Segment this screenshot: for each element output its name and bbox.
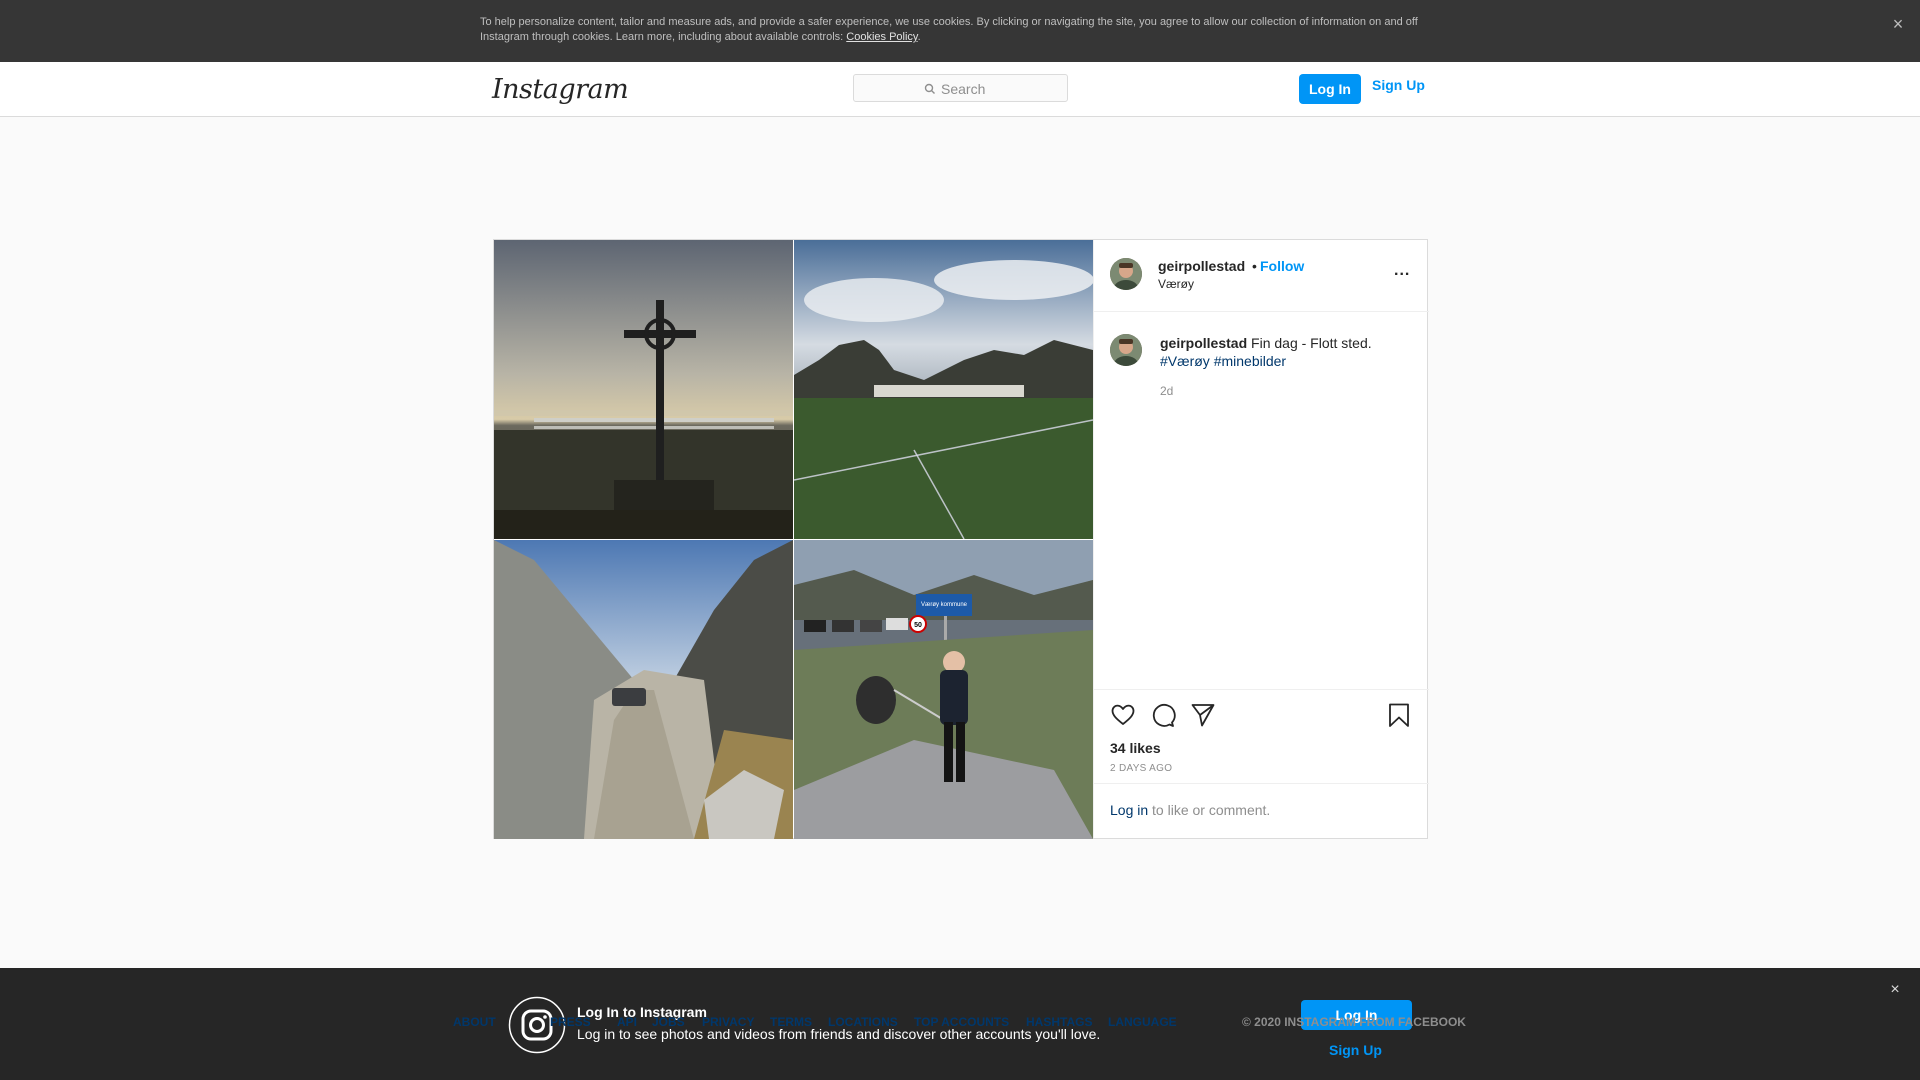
cookie-banner: To help personalize content, tailor and …: [0, 0, 1920, 62]
footer-link-top-accounts[interactable]: TOP ACCOUNTS: [914, 1015, 1009, 1029]
footer-link-hashtags[interactable]: HASHTAGS: [1026, 1015, 1092, 1029]
caption-text: Fin dag - Flott sted.: [1251, 335, 1372, 351]
photo-road-rocks: [494, 540, 793, 839]
login-banner-title: Log In to Instagram: [577, 1004, 707, 1020]
more-options-icon[interactable]: ...: [1394, 262, 1410, 280]
comment-prompt-suffix: to like or comment.: [1148, 802, 1271, 818]
photo-cross-sunset: [494, 240, 793, 539]
login-button[interactable]: Log In: [1299, 74, 1361, 104]
top-nav: Instagram Search Log In Sign Up: [0, 62, 1920, 117]
instagram-logo[interactable]: Instagram: [492, 74, 629, 105]
footer-link-press[interactable]: PRESS: [550, 1015, 591, 1029]
caption-username[interactable]: geirpollestad: [1160, 335, 1247, 351]
comment-prompt: Log in to like or comment.: [1094, 783, 1429, 839]
post-sidebar: geirpollestad • Follow Værøy ... geirpol…: [1093, 240, 1429, 839]
search-placeholder: Search: [924, 81, 985, 97]
avatar[interactable]: [1110, 258, 1142, 290]
caption-avatar[interactable]: [1110, 334, 1142, 366]
post-timestamp: 2 DAYS AGO: [1110, 763, 1173, 774]
follow-button[interactable]: Follow: [1260, 258, 1304, 274]
footer-link-about[interactable]: ABOUT: [453, 1015, 496, 1029]
search-icon: [924, 83, 935, 94]
hashtag-vaeroy[interactable]: #Værøy: [1160, 353, 1210, 369]
search-label: Search: [941, 81, 986, 97]
login-to-comment-link[interactable]: Log in: [1110, 802, 1148, 818]
footer-link-jobs[interactable]: JOBS: [652, 1015, 685, 1029]
post-caption: geirpollestad Fin dag - Flott sted. #Vær…: [1160, 334, 1410, 370]
photo-field-mountains: [794, 240, 1093, 539]
search-input[interactable]: Search: [853, 74, 1068, 102]
bookmark-icon[interactable]: [1386, 702, 1412, 728]
cookies-policy-link[interactable]: Cookies Policy: [846, 31, 917, 43]
sign-label: Værøy kommune: [921, 602, 968, 608]
follow-separator: •: [1252, 258, 1257, 274]
post-header: geirpollestad • Follow Værøy ...: [1094, 240, 1429, 312]
footer-copyright: © 2020 INSTAGRAM FROM FACEBOOK: [1242, 1015, 1466, 1029]
heart-icon[interactable]: [1110, 702, 1136, 728]
comment-prompt-text: Log in to like or comment.: [1110, 802, 1270, 818]
post-username[interactable]: geirpollestad: [1158, 258, 1245, 274]
banner-signup-link[interactable]: Sign Up: [1329, 1042, 1382, 1058]
footer-link-language[interactable]: LANGUAGE: [1108, 1015, 1177, 1029]
cookie-text: To help personalize content, tailor and …: [480, 15, 1440, 45]
post-card: Værøy kommune 50 geirpollestad • Follow …: [493, 239, 1429, 839]
likes-count[interactable]: 34 likes: [1110, 740, 1161, 756]
caption-timestamp: 2d: [1160, 384, 1174, 398]
footer-link-terms[interactable]: TERMS: [770, 1015, 812, 1029]
comment-icon[interactable]: [1150, 702, 1176, 728]
post-media-collage[interactable]: Værøy kommune 50: [494, 240, 1093, 839]
hashtag-minebilder[interactable]: #minebilder: [1214, 353, 1286, 369]
photo-boy-fishing-net: Værøy kommune 50: [794, 540, 1093, 839]
cookie-close-icon[interactable]: ×: [1888, 14, 1908, 34]
close-icon[interactable]: ×: [1885, 980, 1905, 1000]
speed-sign-label: 50: [914, 622, 922, 629]
cookie-message: To help personalize content, tailor and …: [480, 16, 1418, 43]
footer-link-privacy[interactable]: PRIVACY: [702, 1015, 754, 1029]
post-location[interactable]: Værøy: [1158, 277, 1194, 291]
cookie-suffix: .: [917, 31, 921, 43]
footer-link-locations[interactable]: LOCATIONS: [828, 1015, 898, 1029]
post-actions: 34 likes 2 DAYS AGO: [1094, 689, 1429, 783]
share-icon[interactable]: [1190, 702, 1216, 728]
avatar-photo-icon: [1110, 258, 1142, 290]
avatar-photo-icon: [1110, 334, 1142, 366]
footer-link-api[interactable]: API: [617, 1015, 637, 1029]
signup-link[interactable]: Sign Up: [1372, 77, 1425, 93]
